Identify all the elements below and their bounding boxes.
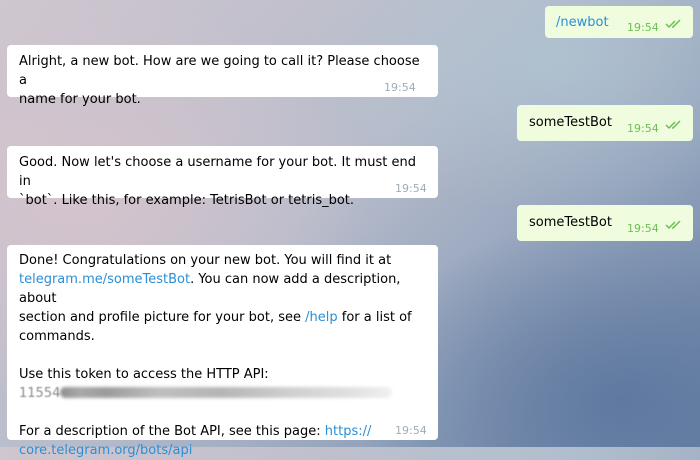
token-prefix: 11554 bbox=[19, 386, 61, 401]
bot-link[interactable]: telegram.me/someTestBot bbox=[19, 272, 190, 287]
message-time: 19:54 bbox=[627, 122, 659, 135]
message-time: 19:54 bbox=[384, 81, 416, 94]
message-text-line: Alright, a new bot. How are we going to … bbox=[19, 54, 420, 88]
incoming-message[interactable]: Good. Now let's choose a username for yo… bbox=[7, 146, 438, 208]
help-command-link[interactable]: /help bbox=[305, 310, 337, 325]
message-text-line: telegram.me/someTestBot. You can now add… bbox=[19, 272, 401, 306]
double-check-icon bbox=[665, 19, 681, 29]
message-text-line: section and profile picture for your bot… bbox=[19, 310, 412, 325]
message-time: 19:54 bbox=[395, 182, 427, 195]
api-link[interactable]: https:// bbox=[325, 424, 372, 439]
message-time: 19:54 bbox=[627, 21, 659, 34]
message-text-line: name for your bot. bbox=[19, 92, 141, 107]
command-link[interactable]: /newbot bbox=[556, 13, 609, 32]
outgoing-message[interactable]: /newbot 19:54 bbox=[545, 6, 693, 38]
double-check-icon bbox=[665, 220, 681, 230]
outgoing-message[interactable]: someTestBot 19:54 bbox=[517, 205, 693, 241]
outgoing-message[interactable]: someTestBot 19:54 bbox=[517, 105, 693, 141]
message-text: someTestBot bbox=[529, 215, 612, 230]
message-time: 19:54 bbox=[395, 424, 427, 437]
message-text-line: commands. bbox=[19, 329, 95, 344]
blurred-token bbox=[60, 387, 393, 398]
message-text-line: core.telegram.org/bots/api bbox=[19, 441, 426, 460]
token-line: 11554 bbox=[19, 384, 426, 403]
message-text-line: `bot`. Like this, for example: TetrisBot… bbox=[19, 193, 355, 208]
message-text-line: Done! Congratulations on your new bot. Y… bbox=[19, 253, 392, 268]
incoming-message[interactable]: Done! Congratulations on your new bot. Y… bbox=[7, 245, 438, 458]
message-text-line: Use this token to access the HTTP API: bbox=[19, 367, 269, 382]
incoming-message[interactable]: Alright, a new bot. How are we going to … bbox=[7, 45, 438, 107]
api-link[interactable]: core.telegram.org/bots/api bbox=[19, 443, 192, 458]
message-text-line: For a description of the Bot API, see th… bbox=[19, 424, 372, 439]
message-text: someTestBot bbox=[529, 115, 612, 130]
message-time: 19:54 bbox=[627, 222, 659, 235]
double-check-icon bbox=[665, 120, 681, 130]
message-text-line: Good. Now let's choose a username for yo… bbox=[19, 155, 416, 189]
